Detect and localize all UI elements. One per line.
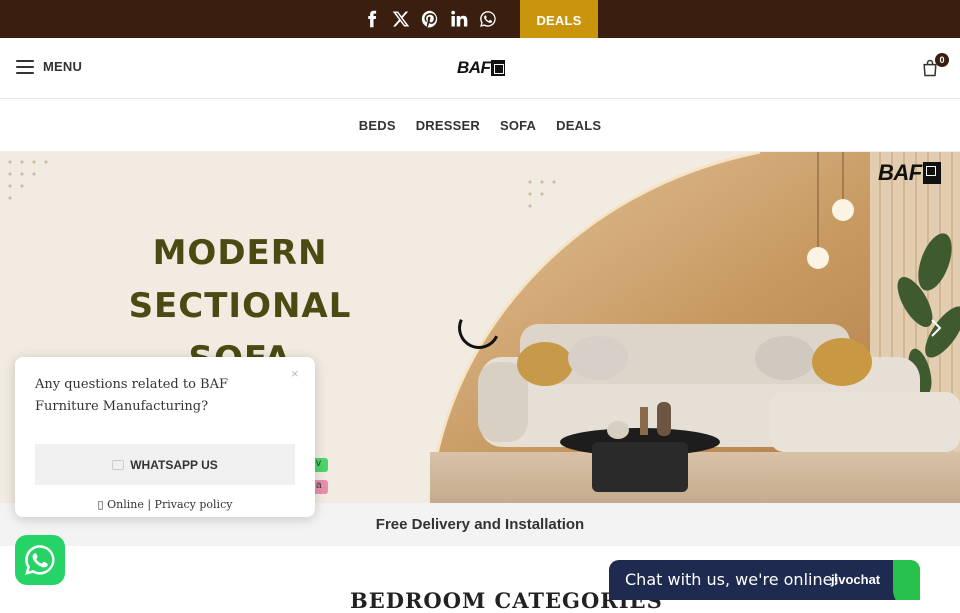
site-logo[interactable]: BAF: [457, 58, 506, 78]
logo-mark: [491, 60, 506, 76]
footer-separator: |: [147, 498, 152, 511]
whatsapp-icon: [112, 459, 125, 470]
online-status-icon: ▯: [97, 498, 104, 511]
pinterest-icon[interactable]: [420, 9, 440, 29]
facebook-icon[interactable]: [362, 9, 382, 29]
menu-button[interactable]: MENU: [16, 59, 82, 74]
whatsapp-popup-footer: ▯ Online | Privacy policy: [15, 498, 315, 511]
site-header: MENU BAF 0: [0, 38, 960, 99]
social-links: [362, 9, 498, 29]
privacy-policy-link[interactable]: Privacy policy: [155, 498, 233, 511]
logo-text: BAF: [457, 58, 491, 77]
whatsapp-icon[interactable]: [478, 9, 498, 29]
jivochat-widget[interactable]: Chat with us, we're online! jivochat: [609, 560, 920, 600]
hero-logo-mark: [922, 162, 941, 184]
nav-item-deals[interactable]: DEALS: [556, 118, 601, 133]
whatsapp-us-button[interactable]: WHATSAPP US: [35, 444, 295, 485]
nav-item-dresser[interactable]: DRESSER: [416, 118, 480, 133]
hero-title-line: SECTIONAL: [128, 286, 352, 326]
linkedin-icon[interactable]: [449, 9, 469, 29]
nav-item-sofa[interactable]: SOFA: [500, 118, 536, 133]
hero-logo-text: BAF: [878, 160, 922, 185]
jivochat-brand: jivochat: [831, 572, 881, 587]
whatsapp-popup: Any questions related to BAF Furniture M…: [15, 357, 315, 517]
top-bar: DEALS: [0, 0, 960, 40]
close-icon[interactable]: ×: [291, 366, 299, 381]
cart-button[interactable]: 0: [920, 53, 949, 80]
menu-label: MENU: [43, 59, 83, 74]
whatsapp-us-label: WHATSAPP US: [130, 457, 218, 472]
x-icon[interactable]: [391, 9, 411, 29]
jivochat-message: Chat with us, we're online!: [625, 570, 839, 589]
hamburger-icon: [16, 59, 34, 74]
online-status: Online: [107, 498, 144, 511]
nav-item-beds[interactable]: BEDS: [359, 118, 396, 133]
whatsapp-float-button[interactable]: [15, 535, 65, 585]
chevron-right-icon[interactable]: [928, 318, 944, 338]
main-nav: BEDS DRESSER SOFA DEALS: [0, 99, 960, 152]
cart-count-badge: 0: [935, 53, 949, 67]
top-deals-button[interactable]: DEALS: [520, 0, 598, 40]
hero-title-line: MODERN: [152, 233, 328, 273]
whatsapp-popup-message: Any questions related to BAF Furniture M…: [35, 377, 229, 414]
whatsapp-icon: [25, 545, 55, 575]
jivochat-accent: [893, 560, 920, 600]
hero-logo: BAF: [878, 160, 941, 186]
